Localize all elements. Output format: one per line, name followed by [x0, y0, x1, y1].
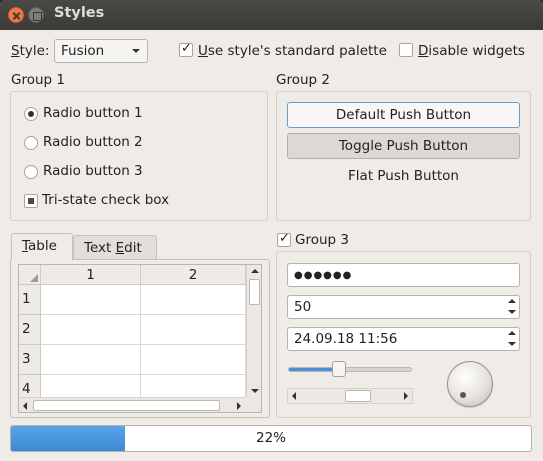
column-header[interactable]: 2: [141, 265, 246, 285]
spin-down-icon[interactable]: [508, 342, 516, 346]
table-widget[interactable]: 1 2 1 2 3 4: [18, 264, 262, 413]
radio-button-2[interactable]: [24, 136, 38, 150]
scroll-left-icon[interactable]: [23, 402, 27, 410]
std-palette-checkbox[interactable]: [179, 41, 193, 57]
radio-button-1[interactable]: [24, 107, 38, 121]
disable-widgets-label[interactable]: Disable widgets: [418, 43, 525, 59]
disable-widgets-checkbox[interactable]: [399, 43, 413, 57]
group1-title: Group 1: [11, 72, 65, 88]
dial-knob[interactable]: [447, 361, 493, 407]
default-push-button[interactable]: Default Push Button: [287, 102, 520, 128]
row-header[interactable]: 3: [19, 345, 41, 375]
table-cell[interactable]: [141, 315, 246, 345]
spin-buttons[interactable]: [506, 296, 519, 318]
progress-text: 22%: [255, 430, 286, 446]
datetime-value: 24.09.18 11:56: [294, 331, 398, 347]
slider-groove[interactable]: [288, 367, 412, 372]
restore-icon[interactable]: [28, 7, 44, 23]
tab-table[interactable]: Table: [11, 233, 73, 260]
scroll-down-icon[interactable]: [251, 389, 259, 393]
spin-up-icon[interactable]: [508, 331, 516, 335]
column-header[interactable]: 1: [41, 265, 141, 285]
scroll-corner: [246, 397, 261, 412]
progress-bar: 22%: [10, 425, 532, 452]
row-header[interactable]: 1: [19, 285, 41, 315]
group3-scrollbar[interactable]: [287, 388, 413, 404]
spin-up-icon[interactable]: [508, 299, 516, 303]
toggle-push-button[interactable]: Toggle Push Button: [287, 133, 520, 159]
style-combo[interactable]: Fusion: [54, 39, 148, 63]
std-palette-label[interactable]: Use style's standard palette: [198, 43, 387, 59]
scroll-thumb[interactable]: [33, 400, 220, 411]
table-horizontal-scrollbar[interactable]: [19, 397, 246, 412]
slider-fill: [289, 368, 338, 371]
style-combo-value: Fusion: [61, 43, 105, 59]
spin-box-value: 50: [294, 299, 312, 315]
styles-window: Styles Style: Fusion Use style's standar…: [0, 0, 543, 461]
close-icon[interactable]: [8, 7, 24, 23]
row-header[interactable]: 2: [19, 315, 41, 345]
group2-title: Group 2: [276, 72, 330, 88]
table-cell[interactable]: [41, 345, 141, 375]
chevron-down-icon: [132, 49, 140, 53]
tristate-label[interactable]: Tri-state check box: [42, 192, 169, 208]
spin-down-icon[interactable]: [508, 310, 516, 314]
scroll-right-icon[interactable]: [404, 392, 408, 400]
group3-checkbox[interactable]: [277, 231, 291, 247]
scroll-up-icon[interactable]: [251, 269, 259, 273]
title-bar: Styles: [0, 0, 543, 30]
radio-button-3[interactable]: [24, 165, 38, 179]
scroll-thumb[interactable]: [345, 390, 371, 402]
table-cell[interactable]: [41, 315, 141, 345]
table-cell[interactable]: [141, 345, 246, 375]
style-label: Style:: [11, 43, 50, 59]
table-cell[interactable]: [141, 285, 246, 315]
scroll-thumb[interactable]: [249, 279, 260, 305]
slider-handle[interactable]: [332, 361, 346, 377]
flat-push-button[interactable]: Flat Push Button: [287, 164, 520, 190]
table-corner-button[interactable]: [19, 265, 41, 285]
table-vertical-scrollbar[interactable]: [246, 265, 261, 397]
radio-3-label[interactable]: Radio button 3: [43, 163, 143, 179]
table-cell[interactable]: [41, 285, 141, 315]
dial-indicator: [460, 392, 466, 398]
tristate-checkbox[interactable]: [24, 194, 38, 208]
radio-1-label[interactable]: Radio button 1: [43, 105, 143, 121]
password-field[interactable]: ●●●●●●: [287, 263, 520, 287]
scroll-left-icon[interactable]: [292, 392, 296, 400]
spin-box[interactable]: 50: [287, 295, 520, 319]
datetime-edit[interactable]: 24.09.18 11:56: [287, 327, 520, 351]
tab-text-edit[interactable]: Text Edit: [73, 235, 157, 259]
radio-2-label[interactable]: Radio button 2: [43, 134, 143, 150]
scroll-right-icon[interactable]: [237, 402, 241, 410]
window-title: Styles: [54, 5, 105, 21]
group3-title[interactable]: Group 3: [295, 232, 349, 248]
datetime-spin-buttons[interactable]: [506, 328, 519, 350]
